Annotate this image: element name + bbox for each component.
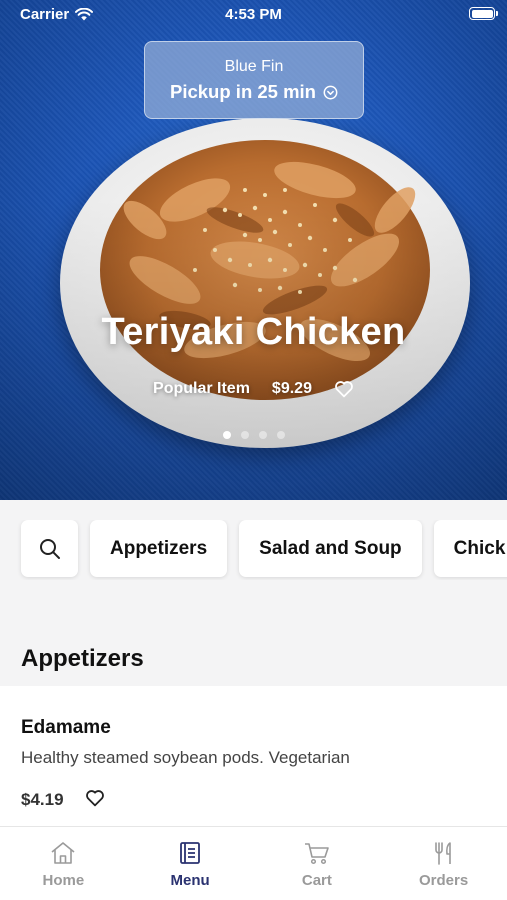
carousel-dot[interactable] — [222, 431, 231, 439]
category-chip-appetizers[interactable]: Appetizers — [90, 520, 228, 577]
tab-label: Menu — [170, 872, 210, 889]
cart-icon — [304, 843, 329, 865]
section-title: Appetizers — [21, 645, 144, 672]
tab-cart[interactable]: Cart — [254, 827, 381, 900]
fork-knife-icon — [434, 842, 451, 865]
carousel-indicator[interactable] — [0, 431, 507, 439]
tab-orders[interactable]: Orders — [380, 827, 507, 900]
store-name: Blue Fin — [224, 58, 284, 75]
status-time: 4:53 PM — [225, 6, 282, 23]
pickup-selector[interactable]: Blue Fin Pickup in 25 min — [144, 41, 364, 119]
favorite-heart-icon[interactable] — [85, 789, 105, 812]
item-name: Edamame — [21, 717, 111, 738]
tab-menu[interactable]: Menu — [127, 827, 254, 900]
carousel-dot[interactable] — [240, 431, 249, 439]
menu-item-card[interactable]: Edamame Healthy steamed soybean pods. Ve… — [0, 686, 507, 826]
featured-item-meta: Popular Item $9.29 — [0, 380, 507, 398]
item-price: $4.19 — [21, 790, 64, 809]
popular-badge: Popular Item — [153, 380, 250, 397]
tab-label: Cart — [301, 872, 332, 889]
carousel-dot[interactable] — [276, 431, 285, 439]
category-bar[interactable]: Appetizers Salad and Soup Chick — [0, 520, 507, 580]
pickup-time: Pickup in 25 min — [145, 81, 363, 103]
category-chip-chicken[interactable]: Chick — [433, 520, 507, 577]
featured-item-price: $9.29 — [271, 380, 312, 397]
battery-icon — [469, 7, 498, 20]
chevron-down-circle-icon — [323, 85, 338, 99]
item-description: Healthy steamed soybean pods. Vegetarian — [21, 748, 350, 767]
tab-label: Home — [42, 872, 85, 889]
tab-bar: Home Menu Cart Orders — [0, 826, 507, 900]
pickup-time-label: Pickup in 25 min — [170, 81, 316, 102]
status-bar: Carrier 4:53 PM — [0, 0, 507, 28]
carousel-dot[interactable] — [258, 431, 267, 439]
category-chip-salad-soup[interactable]: Salad and Soup — [239, 520, 422, 577]
tab-home[interactable]: Home — [0, 827, 127, 900]
search-icon — [39, 538, 60, 559]
search-button[interactable] — [21, 520, 78, 577]
menu-book-icon — [180, 842, 201, 864]
featured-item-title: Teriyaki Chicken — [101, 311, 406, 353]
home-icon — [51, 842, 75, 864]
favorite-heart-icon[interactable] — [334, 380, 354, 398]
tab-label: Orders — [419, 872, 469, 889]
